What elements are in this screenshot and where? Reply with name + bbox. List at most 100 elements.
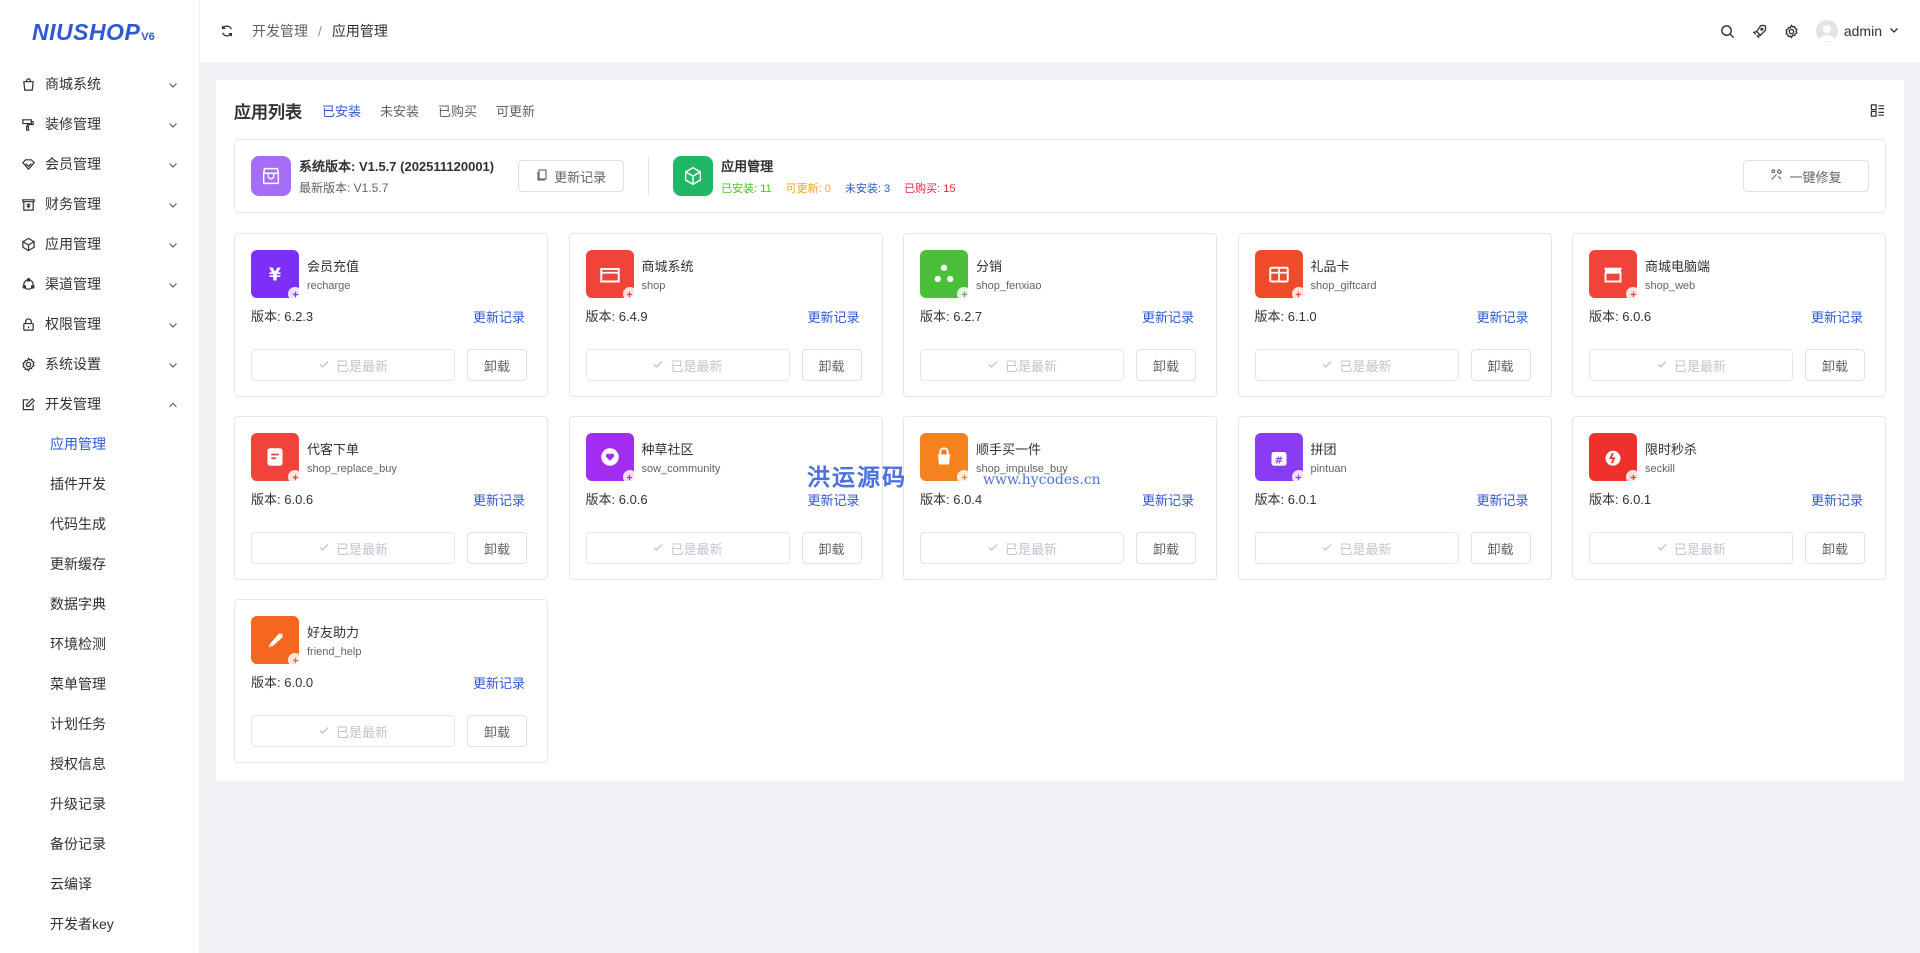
tab-installed[interactable]: 已安装: [322, 101, 361, 120]
submenu-item-0[interactable]: 应用管理: [0, 424, 199, 464]
uninstall-button[interactable]: 卸载: [1805, 349, 1865, 381]
rocket-icon[interactable]: [1752, 23, 1768, 39]
tab-purchased[interactable]: 已购买: [438, 101, 477, 120]
uninstall-button[interactable]: 卸载: [1136, 532, 1196, 564]
app-version: 版本: 6.0.6: [1589, 309, 1652, 324]
app-name: 分销: [976, 259, 1003, 274]
one-click-repair-button[interactable]: 一键修复: [1743, 160, 1869, 192]
tab-not-installed[interactable]: 未安装: [380, 101, 419, 120]
sidebar-item-2[interactable]: 会员管理: [0, 144, 199, 184]
app-key: pintuan: [1310, 463, 1347, 475]
up-to-date-button[interactable]: 已是最新: [585, 532, 790, 564]
gear-icon[interactable]: [1784, 23, 1800, 39]
submenu-item-9[interactable]: 升级记录: [0, 784, 199, 824]
app-version: 版本: 6.0.1: [1589, 492, 1652, 507]
sidebar-item-0[interactable]: 商城系统: [0, 64, 199, 104]
sidebar-item-7[interactable]: 系统设置: [0, 344, 199, 384]
logo[interactable]: NIUSHOP V6: [0, 0, 199, 64]
up-to-date-button[interactable]: 已是最新: [585, 349, 790, 381]
app-name: 拼团: [1310, 442, 1337, 457]
app-card-header: 限时秒杀 seckill: [1589, 433, 1697, 484]
plugin-badge-icon: [622, 470, 637, 484]
uninstall-button[interactable]: 卸载: [467, 532, 527, 564]
uninstall-button[interactable]: 卸载: [1805, 532, 1865, 564]
avatar: [1815, 20, 1838, 42]
edit-icon: [20, 396, 36, 412]
breadcrumb-item-dev[interactable]: 开发管理: [252, 21, 308, 41]
app-version: 版本: 6.2.3: [251, 309, 314, 324]
sidebar-item-1[interactable]: 装修管理: [0, 104, 199, 144]
app-card: 好友助力 friend_help 版本: 6.0.0 更新记录 已是最新 卸载: [234, 599, 548, 763]
sidebar-item-6[interactable]: 权限管理: [0, 304, 199, 344]
submenu-item-12[interactable]: 开发者key: [0, 904, 199, 944]
tab-updatable[interactable]: 可更新: [496, 101, 535, 120]
sidebar-item-label: 应用管理: [45, 236, 101, 252]
app-key: shop_fenxiao: [976, 280, 1042, 292]
up-to-date-button[interactable]: 已是最新: [251, 715, 455, 747]
chevron-down-icon: [167, 238, 179, 250]
sidebar-item-8[interactable]: 开发管理: [0, 384, 199, 424]
uninstall-button[interactable]: 卸载: [467, 715, 527, 747]
sidebar-item-5[interactable]: 渠道管理: [0, 264, 199, 304]
up-to-date-button[interactable]: 已是最新: [1589, 532, 1793, 564]
app-key: sow_community: [641, 463, 721, 475]
list-layout-icon[interactable]: [1870, 102, 1886, 118]
uninstall-button[interactable]: 卸载: [801, 532, 862, 564]
up-to-date-button[interactable]: 已是最新: [1254, 532, 1459, 564]
update-log-link[interactable]: 更新记录: [473, 673, 525, 692]
uninstall-button[interactable]: 卸载: [801, 349, 862, 381]
up-to-date-button[interactable]: 已是最新: [1254, 349, 1459, 381]
update-log-link[interactable]: 更新记录: [1142, 307, 1194, 326]
update-log-button[interactable]: 更新记录: [518, 160, 625, 192]
uninstall-button[interactable]: 卸载: [1470, 349, 1531, 381]
update-log-link[interactable]: 更新记录: [1811, 490, 1863, 509]
submenu-item-11[interactable]: 云编译: [0, 864, 199, 904]
app-card-header: ¥ 会员充值 recharge: [251, 250, 360, 301]
up-to-date-label: 已是最新: [1004, 541, 1057, 557]
chevron-up-icon: [167, 398, 179, 410]
update-log-link[interactable]: 更新记录: [807, 490, 859, 509]
submenu-item-10[interactable]: 备份记录: [0, 824, 199, 864]
up-to-date-button[interactable]: 已是最新: [251, 532, 455, 564]
submenu-item-5[interactable]: 环境检测: [0, 624, 199, 664]
sidebar-item-3[interactable]: 财务管理: [0, 184, 199, 224]
search-icon[interactable]: [1720, 23, 1736, 39]
uninstall-button[interactable]: 卸载: [467, 349, 527, 381]
submenu-item-4[interactable]: 数据字典: [0, 584, 199, 624]
up-to-date-button[interactable]: 已是最新: [920, 349, 1124, 381]
update-log-link[interactable]: 更新记录: [807, 307, 859, 326]
app-card-header: 分销 shop_fenxiao: [920, 250, 1042, 301]
update-log-link[interactable]: 更新记录: [473, 490, 525, 509]
uninstall-button[interactable]: 卸载: [1470, 532, 1531, 564]
submenu-item-7[interactable]: 计划任务: [0, 704, 199, 744]
up-to-date-label: 已是最新: [670, 541, 723, 557]
submenu-item-8[interactable]: 授权信息: [0, 744, 199, 784]
update-log-label: 更新记录: [554, 169, 607, 185]
app-name: 会员充值: [307, 259, 360, 274]
app-name-block: 商城电脑端 shop_web: [1645, 256, 1710, 292]
app-name: 好友助力: [307, 625, 360, 640]
up-to-date-button[interactable]: 已是最新: [1589, 349, 1793, 381]
sidebar-item-4[interactable]: 应用管理: [0, 224, 199, 264]
update-log-link[interactable]: 更新记录: [1142, 490, 1194, 509]
refresh-icon[interactable]: [220, 23, 236, 39]
update-log-link[interactable]: 更新记录: [473, 307, 525, 326]
submenu-item-6[interactable]: 菜单管理: [0, 664, 199, 704]
update-log-link[interactable]: 更新记录: [1476, 490, 1528, 509]
chevron-down-icon: [1888, 23, 1900, 39]
update-log-link[interactable]: 更新记录: [1476, 307, 1528, 326]
plugin-badge-icon: [1626, 287, 1640, 301]
user-menu[interactable]: admin: [1815, 20, 1900, 42]
up-to-date-button[interactable]: 已是最新: [251, 349, 455, 381]
up-to-date-button[interactable]: 已是最新: [920, 532, 1124, 564]
uninstall-button[interactable]: 卸载: [1136, 349, 1196, 381]
app-key: friend_help: [307, 646, 362, 658]
submenu-item-2[interactable]: 代码生成: [0, 504, 199, 544]
submenu-item-3[interactable]: 更新缓存: [0, 544, 199, 584]
app-icon: [920, 433, 971, 484]
submenu-item-1[interactable]: 插件开发: [0, 464, 199, 504]
check-icon: [318, 724, 330, 739]
app-card-header: 礼品卡 shop_giftcard: [1254, 250, 1377, 301]
check-icon: [987, 358, 999, 373]
update-log-link[interactable]: 更新记录: [1811, 307, 1863, 326]
